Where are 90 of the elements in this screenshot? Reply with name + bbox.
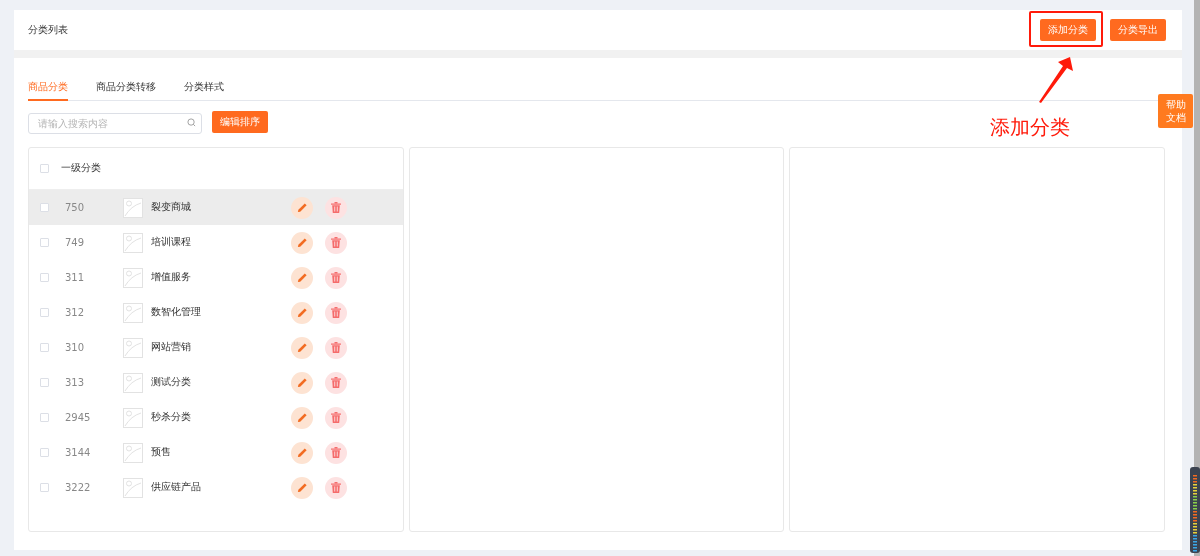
checkbox[interactable] <box>40 343 49 352</box>
tab[interactable]: 分类样式 <box>184 78 224 101</box>
trash-icon <box>331 412 341 423</box>
pencil-icon <box>296 237 308 248</box>
edit-button[interactable] <box>291 301 313 324</box>
category-name: 供应链产品 <box>151 481 202 494</box>
checkbox[interactable] <box>40 164 49 173</box>
category-row[interactable]: 311 增值服务 <box>29 260 403 295</box>
category-row[interactable]: 749 培训课程 <box>29 225 403 260</box>
category-name: 培训课程 <box>151 236 192 249</box>
image-placeholder-icon <box>123 407 143 428</box>
delete-button[interactable] <box>325 301 347 324</box>
page-title: 分类列表 <box>28 23 68 37</box>
checkbox[interactable] <box>40 308 49 317</box>
category-row[interactable]: 312 数智化管理 <box>29 295 403 330</box>
image-placeholder-icon <box>123 477 143 498</box>
image-placeholder-icon <box>123 197 143 218</box>
trash-icon <box>331 342 341 353</box>
edit-button[interactable] <box>291 371 313 394</box>
category-row[interactable]: 3144 预售 <box>29 435 403 470</box>
search-icon <box>187 117 196 127</box>
category-id: 310 <box>65 342 86 353</box>
category-row[interactable]: 750 裂变商城 <box>29 190 403 225</box>
column-label: 一级分类 <box>61 162 101 175</box>
category-id: 750 <box>65 202 86 213</box>
delete-button[interactable] <box>325 476 347 499</box>
pencil-icon <box>296 342 308 353</box>
delete-button[interactable] <box>325 371 347 394</box>
pencil-icon <box>296 447 308 458</box>
category-name: 网站营销 <box>151 341 192 354</box>
delete-button[interactable] <box>325 441 347 464</box>
annotation-label: 添加分类 <box>990 114 1070 141</box>
category-id: 3144 <box>65 447 92 458</box>
tab[interactable]: 商品分类转移 <box>96 78 156 101</box>
category-id: 3222 <box>65 482 92 493</box>
image-placeholder-icon <box>123 302 143 323</box>
category-id: 749 <box>65 237 86 248</box>
pencil-icon <box>296 412 308 423</box>
category-name: 增值服务 <box>151 271 192 284</box>
checkbox[interactable] <box>40 378 49 387</box>
edit-button[interactable] <box>291 231 313 254</box>
category-name: 秒杀分类 <box>151 411 192 424</box>
image-placeholder-icon <box>123 232 143 253</box>
trash-icon <box>331 202 341 213</box>
edit-button[interactable] <box>291 196 313 219</box>
checkbox[interactable] <box>40 273 49 282</box>
edit-button[interactable] <box>291 441 313 464</box>
delete-button[interactable] <box>325 231 347 254</box>
pencil-icon <box>296 202 308 213</box>
checkbox[interactable] <box>40 413 49 422</box>
category-row[interactable]: 3222 供应链产品 <box>29 470 403 505</box>
checkbox[interactable] <box>40 448 49 457</box>
category-name: 预售 <box>151 446 172 459</box>
trash-icon <box>331 377 341 388</box>
pencil-icon <box>296 482 308 493</box>
checkbox[interactable] <box>40 483 49 492</box>
image-placeholder-icon <box>123 267 143 288</box>
category-name: 裂变商城 <box>151 201 192 214</box>
edit-button[interactable] <box>291 476 313 499</box>
category-name: 测试分类 <box>151 376 192 389</box>
checkbox[interactable] <box>40 203 49 212</box>
category-row[interactable]: 310 网站营销 <box>29 330 403 365</box>
search-field[interactable]: 请输入搜索内容 <box>28 112 202 134</box>
trash-icon <box>331 447 341 458</box>
category-id: 312 <box>65 307 86 318</box>
category-row[interactable]: 2945 秒杀分类 <box>29 400 403 435</box>
image-placeholder-icon <box>123 372 143 393</box>
category-row[interactable]: 313 测试分类 <box>29 365 403 400</box>
delete-button[interactable] <box>325 196 347 219</box>
pencil-icon <box>296 377 308 388</box>
image-placeholder-icon <box>123 337 143 358</box>
pencil-icon <box>296 307 308 318</box>
checkbox[interactable] <box>40 238 49 247</box>
category-id: 2945 <box>65 412 92 423</box>
delete-button[interactable] <box>325 406 347 429</box>
delete-button[interactable] <box>325 336 347 359</box>
category-id: 311 <box>65 272 86 283</box>
annotation-arrow <box>1038 57 1074 103</box>
delete-button[interactable] <box>325 266 347 289</box>
image-placeholder-icon <box>123 442 143 463</box>
category-name: 数智化管理 <box>151 306 202 319</box>
category-id: 313 <box>65 377 86 388</box>
trash-icon <box>331 307 341 318</box>
trash-icon <box>331 237 341 248</box>
edit-button[interactable] <box>291 266 313 289</box>
edit-button[interactable] <box>291 406 313 429</box>
pencil-icon <box>296 272 308 283</box>
trash-icon <box>331 272 341 283</box>
trash-icon <box>331 482 341 493</box>
edit-button[interactable] <box>291 336 313 359</box>
